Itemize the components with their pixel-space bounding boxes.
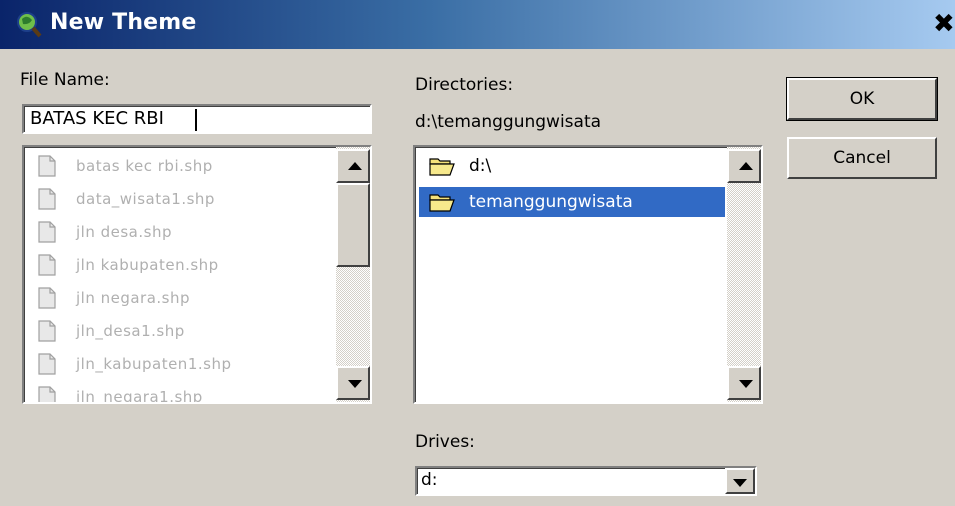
ok-button[interactable]: OK	[786, 77, 938, 121]
file-list-item[interactable]: jln kabupaten.shp	[38, 250, 219, 280]
directory-list[interactable]: d:\ temanggungwisata	[413, 145, 763, 404]
scroll-down-button[interactable]	[727, 366, 761, 400]
title-bar[interactable]: New Theme ✖	[0, 0, 955, 49]
directory-list-scrollbar[interactable]	[727, 147, 761, 402]
directory-name: d:\	[469, 156, 492, 176]
directories-label: Directories:	[415, 75, 514, 95]
arrow-up-icon	[348, 162, 362, 170]
window-title: New Theme	[50, 10, 197, 35]
arrow-up-icon	[739, 162, 753, 170]
current-directory-path: d:\temanggungwisata	[415, 112, 602, 132]
file-name-text: jln kabupaten.shp	[76, 256, 219, 274]
directory-name: temanggungwisata	[469, 192, 633, 212]
file-icon	[38, 221, 56, 243]
file-list-item[interactable]: jln_negara1.shp	[38, 382, 203, 404]
file-list-item[interactable]: jln desa.shp	[38, 217, 172, 247]
file-list-item[interactable]: data_wisata1.shp	[38, 184, 215, 214]
file-list-item[interactable]: batas kec rbi.shp	[38, 151, 213, 181]
file-icon	[38, 287, 56, 309]
file-icon	[38, 320, 56, 342]
file-list-item[interactable]: jln_kabupaten1.shp	[38, 349, 231, 379]
file-icon	[38, 254, 56, 276]
file-name-field[interactable]: BATAS KEC RBI	[22, 104, 372, 134]
directory-item[interactable]: temanggungwisata	[419, 187, 725, 217]
drives-label: Drives:	[415, 432, 475, 452]
file-name-value: BATAS KEC RBI	[30, 108, 164, 129]
directory-item[interactable]: d:\	[419, 151, 725, 181]
file-icon	[38, 188, 56, 210]
scroll-down-button[interactable]	[336, 366, 370, 400]
file-list-item[interactable]: jln negara.shp	[38, 283, 190, 313]
file-name-text: jln_negara1.shp	[76, 388, 203, 404]
file-name-text: data_wisata1.shp	[76, 190, 215, 208]
scroll-up-button[interactable]	[336, 149, 370, 183]
file-list[interactable]: batas kec rbi.shp data_wisata1.shpjln des…	[22, 145, 372, 404]
text-caret	[195, 109, 197, 131]
file-list-scrollbar[interactable]	[336, 147, 370, 402]
open-folder-icon	[429, 194, 455, 212]
chevron-down-icon	[733, 479, 747, 487]
open-folder-icon	[429, 158, 455, 176]
cancel-button[interactable]: Cancel	[787, 137, 937, 179]
scroll-thumb[interactable]	[336, 183, 370, 267]
file-icon	[38, 155, 56, 177]
arrow-down-icon	[348, 380, 362, 388]
magnifier-globe-icon	[17, 12, 42, 38]
drives-select[interactable]: d:	[415, 466, 757, 496]
file-icon	[38, 386, 56, 402]
file-name-label: File Name:	[20, 70, 110, 90]
file-name-text: batas kec rbi.shp	[76, 157, 213, 175]
file-list-item[interactable]: jln_desa1.shp	[38, 316, 185, 346]
close-icon[interactable]: ✖	[933, 10, 955, 38]
file-icon	[38, 353, 56, 375]
file-name-text: jln_desa1.shp	[76, 322, 185, 340]
drives-dropdown-button[interactable]	[725, 468, 755, 494]
file-name-text: jln_kabupaten1.shp	[76, 355, 232, 373]
drives-value: d:	[421, 470, 438, 490]
scroll-up-button[interactable]	[727, 149, 761, 183]
file-name-text: jln desa.shp	[76, 223, 172, 241]
arrow-down-icon	[739, 380, 753, 388]
file-name-text: jln negara.shp	[76, 289, 191, 307]
